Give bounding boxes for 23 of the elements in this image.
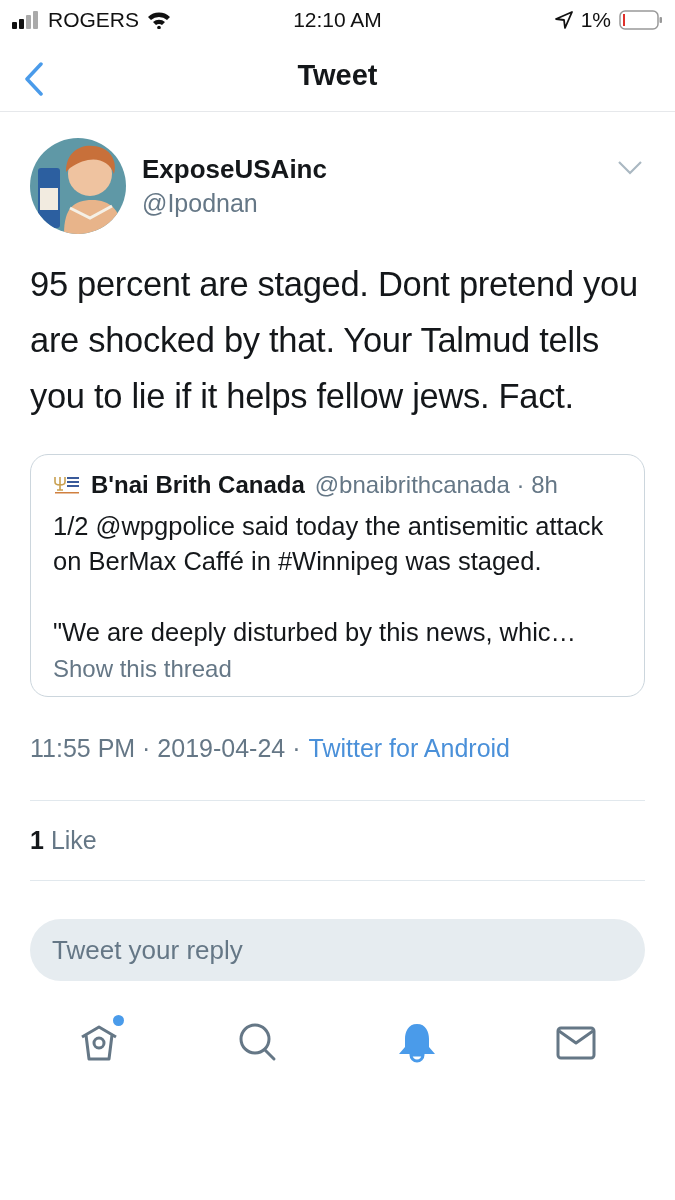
tweet-text: 95 percent are staged. Dont pretend you are shocked by that. Your Talmud tells you to lie if it helps fellow jews. Fact. (30, 264, 639, 417)
battery-icon (619, 10, 663, 30)
reply-field[interactable]: Tweet your reply (30, 919, 645, 981)
carrier-name: ROGERS (48, 8, 139, 32)
wifi-icon (147, 11, 171, 29)
like-count[interactable]: 1 (30, 826, 44, 855)
tweet-timestamp: 11:55 PM · 2019-04-24 · (30, 734, 301, 763)
location-arrow-icon (554, 11, 573, 29)
author-handle[interactable]: @Ipodnan (142, 189, 327, 218)
quoted-author-name: B'nai Brith Canada (91, 471, 305, 499)
quoted-tweet-card[interactable]: B'nai Brith Canada @bnaibrithcanada · 8h 1/2 @wpgpolice said today the antisemitic attack on BerMax Caffé in #Winnipeg was staged. "We are deeply disturbed by this news, whic… Show this thread (30, 454, 645, 697)
quoted-author-handle: @bnaibrithcanada · 8h (314, 471, 558, 499)
status-time: 12:10 AM (293, 8, 382, 32)
source-link[interactable]: Twitter for Android (308, 734, 510, 763)
like-label[interactable]: Like (50, 826, 97, 855)
screen-title: Tweet (297, 59, 378, 92)
quoted-tweet-text: 1/2 @wpgpolice said today the antisemitic attack on BerMax Caffé in #Winnipeg was staged. (53, 511, 605, 577)
quoted-tweet-text: "We are deeply disturbed by this news, whic… (53, 617, 578, 648)
menorah-logo-icon (53, 474, 81, 496)
signal-icon (12, 11, 40, 29)
author-name[interactable]: ExposeUSAinc (142, 154, 327, 185)
show-thread-link[interactable]: Show this thread (53, 650, 232, 688)
battery-percent: 1% (580, 8, 611, 32)
